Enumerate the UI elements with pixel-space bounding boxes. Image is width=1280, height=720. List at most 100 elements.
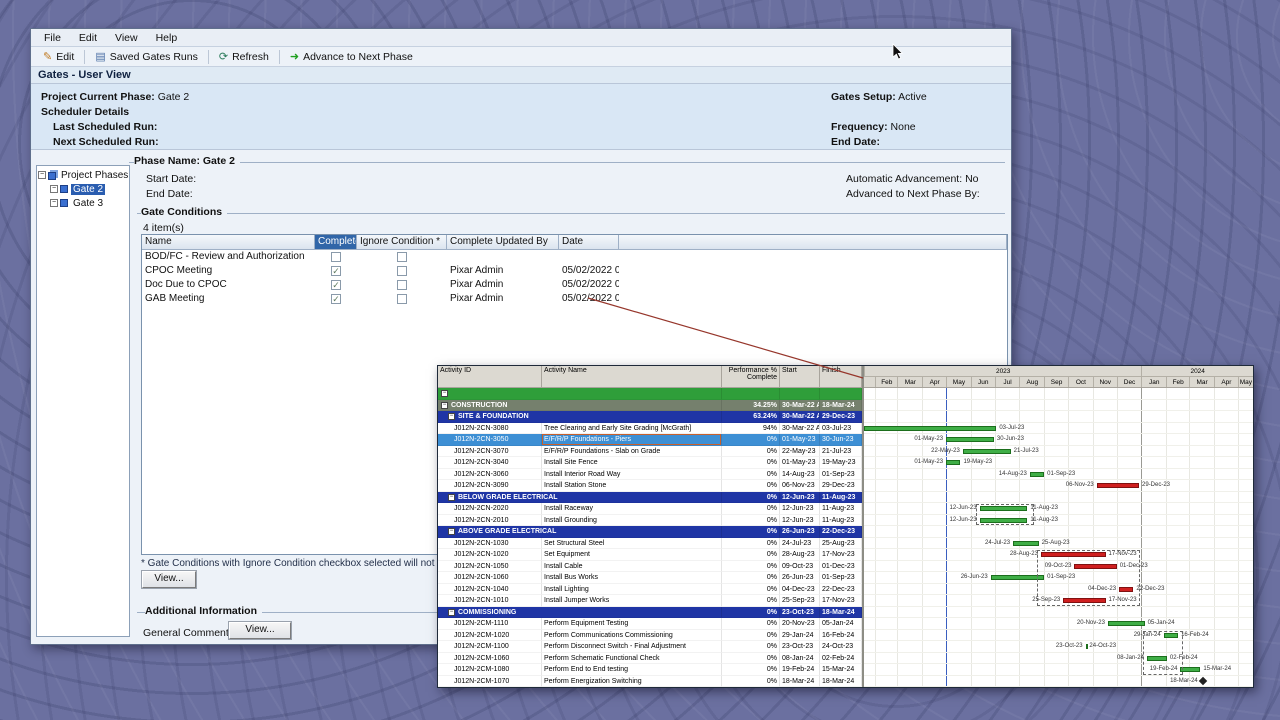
- tree-collapse-icon[interactable]: −: [38, 171, 46, 179]
- schedule-group-row[interactable]: −ABOVE GRADE ELECTRICAL0%26-Jun-2322-Dec…: [438, 526, 862, 538]
- schedule-activity-row[interactable]: J012N-2CM-1100Perform Disconnect Switch …: [438, 641, 862, 653]
- gate-condition-row[interactable]: CPOC Meeting✓Pixar Admin05/02/2022 0: [142, 264, 1007, 278]
- schedule-group-row[interactable]: −SITE & FOUNDATION63.24%30-Mar-22 A29-De…: [438, 411, 862, 423]
- menu-help[interactable]: Help: [147, 30, 187, 46]
- column-header-updated-by[interactable]: Complete Updated By: [447, 235, 559, 250]
- collapse-icon[interactable]: −: [441, 390, 448, 397]
- gantt-bar[interactable]: [1086, 644, 1088, 649]
- schedule-activity-row[interactable]: J012N-2CM-1070Perform Energization Switc…: [438, 676, 862, 688]
- complete-checkbox[interactable]: [331, 252, 341, 262]
- schedule-group-row[interactable]: −COMMISSIONING0%23-Oct-2318-Mar-24: [438, 607, 862, 619]
- collapse-icon[interactable]: −: [448, 528, 455, 535]
- collapse-icon[interactable]: −: [448, 494, 455, 501]
- complete-updated-by: Pixar Admin: [447, 292, 559, 306]
- column-header-activity-id[interactable]: Activity ID: [438, 366, 542, 388]
- menu-edit[interactable]: Edit: [70, 30, 106, 46]
- start-date: 26-Jun-23: [780, 526, 820, 538]
- gantt-bar[interactable]: [1180, 667, 1200, 672]
- column-header-name[interactable]: Name: [142, 235, 315, 250]
- view-button[interactable]: View...: [142, 571, 196, 588]
- bar-finish-label: 19-May-23: [963, 459, 992, 465]
- bar-start-label: 14-Aug-23: [999, 471, 1027, 477]
- schedule-group-row[interactable]: −CONSTRUCTION34.25%30-Mar-22 A18-Mar-24: [438, 400, 862, 412]
- schedule-activity-row[interactable]: J012N-2CM-1060Perform Schematic Function…: [438, 653, 862, 665]
- finish-date: 18-Mar-24: [820, 676, 862, 688]
- tree-item-gate-3[interactable]: −Gate 3: [38, 196, 128, 210]
- menu-file[interactable]: File: [35, 30, 70, 46]
- column-header-finish[interactable]: Finish: [820, 366, 862, 388]
- schedule-activity-row[interactable]: J012N-2CN-3040Install Site Fence0%01-May…: [438, 457, 862, 469]
- schedule-activity-row[interactable]: J012N-2CN-1060Install Bus Works0%26-Jun-…: [438, 572, 862, 584]
- phase-end-date-label: End Date:: [146, 188, 193, 200]
- schedule-activity-row[interactable]: J012N-2CN-1030Set Structural Steel0%24-J…: [438, 538, 862, 550]
- gate-condition-row[interactable]: Doc Due to CPOC✓Pixar Admin05/02/2022 0: [142, 278, 1007, 292]
- schedule-activity-row[interactable]: J012N-2CN-1050Install Cable0%09-Oct-2301…: [438, 561, 862, 573]
- start-date: 20-Nov-23: [780, 618, 820, 630]
- tree-collapse-icon[interactable]: −: [50, 185, 58, 193]
- gantt-bar[interactable]: [1013, 541, 1039, 546]
- performance-pct: 0%: [722, 457, 780, 469]
- tree-item-label: Gate 2: [71, 184, 105, 195]
- gate-icon: [60, 185, 68, 193]
- schedule-activity-row[interactable]: J012N-2CM-1080Perform End to End testing…: [438, 664, 862, 676]
- ignore-cell: [357, 292, 447, 306]
- gantt-bar[interactable]: [864, 426, 996, 431]
- bar-finish-label: 25-Aug-23: [1042, 540, 1070, 546]
- complete-checkbox[interactable]: ✓: [331, 294, 341, 304]
- advance-to-next-phase-button[interactable]: ➜ Advance to Next Phase: [283, 50, 420, 64]
- schedule-activity-row[interactable]: J012N-2CN-3060Install Interior Road Way0…: [438, 469, 862, 481]
- schedule-activity-row[interactable]: J012N-2CN-3070E/F/R/P Foundations - Slab…: [438, 446, 862, 458]
- gate-condition-row[interactable]: BOD/FC - Review and Authorization: [142, 250, 1007, 264]
- column-header-ignore[interactable]: Ignore Condition *: [357, 235, 447, 250]
- gantt-bar[interactable]: [1108, 621, 1145, 626]
- collapse-icon[interactable]: −: [448, 609, 455, 616]
- tree-root[interactable]: − Project Phases: [38, 168, 128, 182]
- gantt-bar[interactable]: [946, 460, 960, 465]
- column-header-start[interactable]: Start: [780, 366, 820, 388]
- gantt-bar[interactable]: [946, 437, 994, 442]
- schedule-activity-row[interactable]: J012N-2CN-3050E/F/R/P Foundations - Pier…: [438, 434, 862, 446]
- refresh-button[interactable]: ⟳ Refresh: [212, 50, 276, 64]
- gantt-bar[interactable]: [1030, 472, 1044, 477]
- finish-date: 01-Sep-23: [820, 572, 862, 584]
- edit-button[interactable]: ✎ Edit: [36, 50, 81, 64]
- schedule-activity-row[interactable]: J012N-2CN-1010Install Jumper Works0%25-S…: [438, 595, 862, 607]
- schedule-group-row[interactable]: −: [438, 388, 862, 400]
- schedule-activity-row[interactable]: J012N-2CN-2010Install Grounding0%12-Jun-…: [438, 515, 862, 527]
- column-header-filler: [619, 235, 1007, 250]
- tree-collapse-icon[interactable]: −: [50, 199, 58, 207]
- column-header-activity-name[interactable]: Activity Name: [542, 366, 722, 388]
- complete-checkbox[interactable]: ✓: [331, 266, 341, 276]
- column-header-complete[interactable]: Complete: [315, 235, 357, 250]
- column-header-performance[interactable]: Performance % Complete: [722, 366, 780, 388]
- ignore-condition-checkbox[interactable]: [397, 252, 407, 262]
- performance-pct: 0%: [722, 549, 780, 561]
- schedule-activity-row[interactable]: J012N-2CN-2020Install Raceway0%12-Jun-23…: [438, 503, 862, 515]
- gantt-row: 22-May-2321-Jul-23: [864, 446, 1253, 458]
- menu-view[interactable]: View: [106, 30, 147, 46]
- schedule-activity-row[interactable]: J012N-2CN-1020Set Equipment0%28-Aug-2317…: [438, 549, 862, 561]
- column-header-date[interactable]: Date: [559, 235, 619, 250]
- schedule-header: Activity ID Activity Name Performance % …: [438, 366, 1253, 388]
- performance-pct: 0%: [722, 664, 780, 676]
- collapse-icon[interactable]: −: [448, 413, 455, 420]
- gantt-bar[interactable]: [1097, 483, 1139, 488]
- ignore-condition-checkbox[interactable]: [397, 280, 407, 290]
- complete-checkbox[interactable]: ✓: [331, 280, 341, 290]
- gantt-bar[interactable]: [991, 575, 1044, 580]
- ignore-condition-checkbox[interactable]: [397, 294, 407, 304]
- ignore-condition-checkbox[interactable]: [397, 266, 407, 276]
- tree-item-gate-2[interactable]: − Gate 2: [38, 182, 128, 196]
- schedule-group-row[interactable]: −BELOW GRADE ELECTRICAL0%12-Jun-2311-Aug…: [438, 492, 862, 504]
- schedule-activity-row[interactable]: J012N-2CN-3080Tree Clearing and Early Si…: [438, 423, 862, 435]
- schedule-activity-row[interactable]: J012N-2CN-1040Install Lighting0%04-Dec-2…: [438, 584, 862, 596]
- gate-condition-row[interactable]: GAB Meeting✓Pixar Admin05/02/2022 0: [142, 292, 1007, 306]
- schedule-activity-row[interactable]: J012N-2CM-1110Perform Equipment Testing0…: [438, 618, 862, 630]
- gantt-bar[interactable]: [963, 449, 1011, 454]
- schedule-activity-row[interactable]: J012N-2CN-3090Install Station Stone0%06-…: [438, 480, 862, 492]
- schedule-activity-row[interactable]: J012N-2CM-1020Perform Communications Com…: [438, 630, 862, 642]
- general-comments-view-button[interactable]: View...: [229, 622, 291, 639]
- gantt-milestone[interactable]: [1199, 677, 1207, 685]
- saved-gates-runs-button[interactable]: ▤ Saved Gates Runs: [88, 50, 205, 64]
- collapse-icon[interactable]: −: [441, 402, 448, 409]
